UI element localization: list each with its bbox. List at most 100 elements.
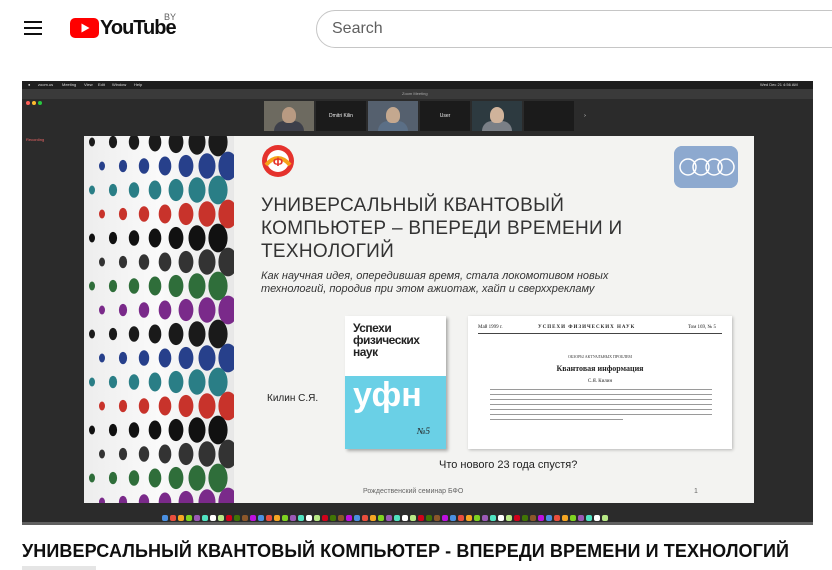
dock-app-icon — [338, 515, 344, 521]
svg-text:Ф: Ф — [273, 155, 283, 169]
mac-menu-item: Meeting — [62, 82, 77, 87]
dock-app-icon — [242, 515, 248, 521]
dock-app-icon — [178, 515, 184, 521]
dock-app-icon — [602, 515, 608, 521]
mac-menu-item: View — [84, 82, 93, 87]
dock-app-icon — [298, 515, 304, 521]
institute-logo-icon: Ф — [262, 145, 294, 177]
dock-app-icon — [458, 515, 464, 521]
dock-app-icon — [578, 515, 584, 521]
dock-app-icon — [426, 515, 432, 521]
search-input[interactable] — [332, 19, 812, 39]
dock-app-icon — [410, 515, 416, 521]
mac-menu-item: zoom.us — [38, 82, 54, 87]
dock-app-icon — [570, 515, 576, 521]
dock-app-icon — [282, 515, 288, 521]
dock-app-icon — [538, 515, 544, 521]
dock-app-icon — [170, 515, 176, 521]
dock-app-icon — [482, 515, 488, 521]
paper-section: ОБЗОРЫ АКТУАЛЬНЫХ ПРОБЛЕМ — [568, 354, 632, 359]
dock-app-icon — [402, 515, 408, 521]
slide-number: 1 — [694, 488, 698, 495]
mac-menu-bar: ● zoom.us Meeting View Edit Window Help … — [22, 81, 813, 89]
participant-name: User — [420, 101, 470, 131]
journal-cover: Успехи физических наук уфн №5 — [345, 316, 446, 449]
mac-menu-item: Help — [134, 82, 143, 87]
journal-cover-text: уфн — [353, 376, 422, 414]
mac-menu-item: Edit — [98, 82, 105, 87]
dock-app-icon — [490, 515, 496, 521]
video-player[interactable]: ● zoom.us Meeting View Edit Window Help … — [22, 81, 813, 525]
dock-app-icon — [290, 515, 296, 521]
dock-app-icon — [306, 515, 312, 521]
participant-video — [264, 101, 314, 131]
presentation-slide: Ф УНИВЕРСАЛЬНЫЙ КВАНТОВЫЙ КОМПЬЮТЕР – ВП… — [84, 136, 754, 503]
dock-app-icon — [386, 515, 392, 521]
journal-issue: №5 — [417, 426, 430, 436]
dock-app-icon — [474, 515, 480, 521]
zoom-participants-strip: Dmitri Kilin User › — [264, 101, 594, 133]
dock-app-icon — [394, 515, 400, 521]
dock-app-icon — [162, 515, 168, 521]
dock-app-icon — [186, 515, 192, 521]
paper-header-right: Том 169, № 5 — [688, 325, 717, 330]
slide-title: УНИВЕРСАЛЬНЫЙ КВАНТОВЫЙ КОМПЬЮТЕР – ВПЕР… — [261, 195, 623, 262]
video-progress-bar[interactable] — [22, 522, 813, 525]
mac-clock: Wed Dec 21 4:56 AM — [760, 82, 798, 87]
youtube-play-icon — [70, 18, 99, 38]
dock-app-icon — [346, 515, 352, 521]
dock-app-icon — [370, 515, 376, 521]
dock-app-icon — [522, 515, 528, 521]
paper-title: Квантовая информация — [556, 364, 644, 373]
video-title: УНИВЕРСАЛЬНЫЙ КВАНТОВЫЙ КОМПЬЮТЕР - ВПЕР… — [22, 541, 790, 561]
dock-app-icon — [330, 515, 336, 521]
dock-app-icon — [266, 515, 272, 521]
dock-app-icon — [354, 515, 360, 521]
maximize-window-icon — [38, 101, 42, 105]
zoom-window-title: Zoom Meeting — [402, 91, 428, 96]
search-box[interactable] — [316, 10, 832, 48]
dock-app-icon — [442, 515, 448, 521]
dock-app-icon — [594, 515, 600, 521]
zoom-window-titlebar: Zoom Meeting — [22, 89, 813, 99]
dock-app-icon — [314, 515, 320, 521]
slide-subtitle: Как научная идея, опередившая время, ста… — [261, 270, 609, 295]
slide-question: Что нового 23 года спустя? — [439, 459, 578, 471]
guide-menu-icon[interactable] — [22, 18, 46, 38]
mac-menu-item: Window — [112, 82, 127, 87]
dock-app-icon — [274, 515, 280, 521]
dock-app-icon — [194, 515, 200, 521]
dock-app-icon — [258, 515, 264, 521]
slide-footer-left: Рождественский семинар БФО — [363, 488, 464, 495]
dock-app-icon — [498, 515, 504, 521]
close-window-icon — [26, 101, 30, 105]
slide-author: Килин С.Я. — [267, 393, 319, 404]
dock-app-icon — [554, 515, 560, 521]
participant-video — [368, 101, 418, 131]
dock-app-icon — [434, 515, 440, 521]
paper-header-left: Май 1999 г. — [478, 325, 503, 330]
recording-indicator: Recording — [26, 137, 45, 142]
dock-app-icon — [530, 515, 536, 521]
participant-name: Dmitri Kilin — [316, 101, 366, 131]
apple-icon: ● — [28, 82, 31, 87]
dock-app-icon — [378, 515, 384, 521]
participant-video — [472, 101, 522, 131]
dock-app-icon — [586, 515, 592, 521]
paper-page: Май 1999 г. УСПЕХИ ФИЗИЧЕСКИХ НАУК Том 1… — [468, 316, 732, 449]
paper-abstract-lines — [490, 389, 712, 424]
dock-app-icon — [226, 515, 232, 521]
dock-app-icon — [250, 515, 256, 521]
dock-app-icon — [210, 515, 216, 521]
title-placeholder-bar — [22, 566, 96, 570]
window-controls — [26, 92, 44, 110]
dock-app-icon — [450, 515, 456, 521]
paper-header-rule — [478, 333, 722, 334]
dock-app-icon — [234, 515, 240, 521]
dock-app-icon — [218, 515, 224, 521]
youtube-logo[interactable]: YouTube — [70, 14, 177, 42]
paper-author: С.Я. Килин — [587, 379, 613, 384]
masthead: YouTube BY — [0, 0, 832, 56]
dock-app-icon — [514, 515, 520, 521]
dock-app-icon — [418, 515, 424, 521]
